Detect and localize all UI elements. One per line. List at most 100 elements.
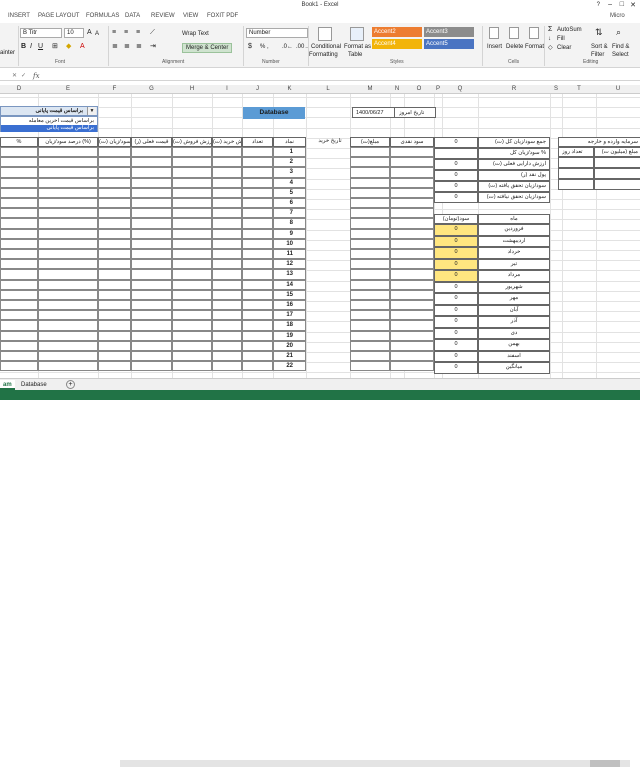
monthly-value[interactable]: 0 <box>434 327 478 339</box>
column-header[interactable]: R <box>478 86 550 92</box>
table-cell[interactable] <box>212 259 242 270</box>
row-number-cell[interactable]: 17 <box>273 310 306 321</box>
table-cell[interactable] <box>98 259 131 270</box>
format-painter-button[interactable]: ainter <box>0 49 15 57</box>
sheet-tab-database[interactable]: Database <box>18 380 50 390</box>
column-header[interactable]: P <box>434 86 442 92</box>
column-header[interactable]: U <box>596 86 640 92</box>
sort-filter-label[interactable]: Sort & <box>591 43 608 51</box>
summary-value[interactable]: 0 <box>434 170 478 181</box>
table-cell[interactable] <box>131 187 172 198</box>
table-cell[interactable] <box>0 340 38 351</box>
table-cell[interactable] <box>350 340 390 351</box>
table-cell[interactable] <box>350 320 390 331</box>
column-header[interactable]: J <box>242 86 273 92</box>
sheet-tab-active[interactable]: am <box>0 380 15 390</box>
row-number-cell[interactable]: 13 <box>273 269 306 280</box>
table-cell[interactable] <box>131 238 172 249</box>
font-color-icon[interactable]: A <box>80 43 85 51</box>
row-number-cell[interactable]: 12 <box>273 259 306 270</box>
table-cell[interactable] <box>390 340 434 351</box>
table-cell[interactable] <box>242 208 273 219</box>
row-number-cell[interactable]: 6 <box>273 198 306 209</box>
table-cell[interactable] <box>212 289 242 300</box>
monthly-value[interactable]: 0 <box>434 293 478 305</box>
table-cell[interactable] <box>131 351 172 362</box>
monthly-value[interactable]: 0 <box>434 350 478 362</box>
table-cell[interactable] <box>242 218 273 229</box>
underline-icon[interactable]: U <box>38 43 43 51</box>
table-cell[interactable] <box>98 269 131 280</box>
row-number-cell[interactable]: 1 <box>273 147 306 158</box>
table-cell[interactable] <box>131 300 172 311</box>
insert-button[interactable]: Insert <box>487 43 502 51</box>
table-cell[interactable] <box>98 340 131 351</box>
table-cell[interactable] <box>242 238 273 249</box>
row-number-cell[interactable]: 21 <box>273 351 306 362</box>
table-cell[interactable] <box>212 147 242 158</box>
conditional-formatting-label-2[interactable]: Formatting <box>309 51 338 59</box>
table-cell[interactable] <box>350 279 390 290</box>
table-cell[interactable] <box>390 187 434 198</box>
table-cell[interactable] <box>350 167 390 178</box>
database-button[interactable]: Database <box>243 107 305 119</box>
table-cell[interactable] <box>131 198 172 209</box>
cancel-icon[interactable]: ✕ <box>12 72 17 79</box>
table-cell[interactable] <box>38 147 98 158</box>
table-cell[interactable] <box>242 187 273 198</box>
row-number-cell[interactable]: 4 <box>273 177 306 188</box>
table-cell[interactable] <box>242 320 273 331</box>
table-cell[interactable] <box>172 167 212 178</box>
table-cell[interactable] <box>98 198 131 209</box>
table-cell[interactable] <box>172 330 212 341</box>
summary-value[interactable] <box>434 148 478 159</box>
column-header[interactable]: I <box>212 86 242 92</box>
column-header[interactable]: Q <box>442 86 478 92</box>
row-number-cell[interactable]: 5 <box>273 187 306 198</box>
table-cell[interactable] <box>98 279 131 290</box>
clear-icon[interactable]: ◇ <box>548 44 553 52</box>
table-cell[interactable] <box>350 238 390 249</box>
table-cell[interactable] <box>242 330 273 341</box>
table-cell[interactable] <box>98 351 131 362</box>
table-cell[interactable] <box>212 208 242 219</box>
table-cell[interactable] <box>0 310 38 321</box>
insert-cells-icon[interactable] <box>489 27 499 39</box>
maximize-icon[interactable]: □ <box>620 1 624 8</box>
table-cell[interactable] <box>212 157 242 168</box>
table-cell[interactable] <box>38 269 98 280</box>
table-cell[interactable] <box>350 361 390 372</box>
delete-button[interactable]: Delete <box>506 43 523 51</box>
table-cell[interactable] <box>172 361 212 372</box>
table-cell[interactable] <box>0 147 38 158</box>
table-cell[interactable] <box>212 269 242 280</box>
row-number-cell[interactable]: 15 <box>273 289 306 300</box>
table-cell[interactable] <box>242 340 273 351</box>
table-cell[interactable] <box>172 340 212 351</box>
table-cell[interactable] <box>98 249 131 260</box>
table-cell[interactable] <box>212 198 242 209</box>
fill-color-icon[interactable]: ◆ <box>66 43 71 51</box>
table-cell[interactable] <box>350 177 390 188</box>
column-header[interactable]: F <box>98 86 131 92</box>
table-cell[interactable] <box>350 187 390 198</box>
tab-foxit-pdf[interactable]: FOXIT PDF <box>207 13 238 19</box>
table-cell[interactable] <box>350 249 390 260</box>
summary-value[interactable]: 0 <box>434 192 478 203</box>
table-cell[interactable] <box>38 279 98 290</box>
column-header[interactable]: E <box>38 86 98 92</box>
row-number-cell[interactable]: 14 <box>273 279 306 290</box>
find-select-label[interactable]: Find & <box>612 43 629 51</box>
table-cell[interactable] <box>350 310 390 321</box>
table-cell[interactable] <box>131 208 172 219</box>
chevron-down-icon[interactable]: ▼ <box>87 107 96 115</box>
table-cell[interactable] <box>212 187 242 198</box>
table-cell[interactable] <box>131 249 172 260</box>
table-cell[interactable] <box>131 147 172 158</box>
table-cell[interactable] <box>212 330 242 341</box>
help-icon[interactable]: ? <box>597 2 600 8</box>
table-cell[interactable] <box>350 289 390 300</box>
table-cell[interactable] <box>98 228 131 239</box>
capital-cell[interactable] <box>558 168 594 179</box>
table-cell[interactable] <box>131 218 172 229</box>
